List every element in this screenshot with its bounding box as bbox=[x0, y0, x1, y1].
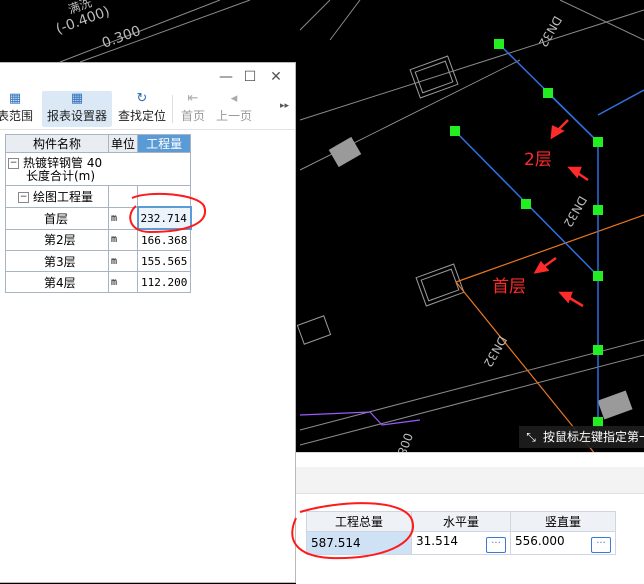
vertical-cell[interactable]: 556.000 ··· bbox=[510, 531, 616, 555]
row-floor-1-qty[interactable]: 232.714 bbox=[136, 206, 192, 230]
report-range-label: 表范围 bbox=[0, 109, 33, 123]
report-settings-label: 报表设置器 bbox=[46, 109, 107, 123]
row-floor-2-unit: m bbox=[108, 228, 138, 251]
panel-header-strip bbox=[296, 467, 644, 494]
report-settings-button[interactable]: ▦ 报表设置器 bbox=[42, 91, 112, 127]
row-floor-1-unit: m bbox=[108, 206, 138, 230]
col-header-unit[interactable]: 单位 bbox=[108, 134, 138, 153]
pick-point-icon: ⤡ bbox=[526, 430, 536, 444]
group-row[interactable]: − 绘图工程量 bbox=[5, 185, 109, 208]
row-floor-2-qty[interactable]: 166.368 bbox=[136, 228, 192, 251]
row-floor-1-name[interactable]: 首层 bbox=[5, 206, 109, 230]
row-floor-2-name[interactable]: 第2层 bbox=[5, 228, 109, 251]
previous-page-label: 上一页 bbox=[215, 109, 252, 123]
row-floor-3-qty[interactable]: 155.565 bbox=[136, 250, 192, 272]
report-range-button[interactable]: ▦ 表范围 bbox=[0, 91, 38, 127]
total-header: 工程总量 bbox=[306, 511, 412, 532]
refresh-icon: ↻ bbox=[136, 91, 148, 106]
toolbar-overflow-icon[interactable]: ▸▸ bbox=[280, 101, 289, 111]
vertical-header: 竖直量 bbox=[510, 511, 616, 532]
find-locate-label: 查找定位 bbox=[117, 109, 166, 123]
item-name-line2: 长度合计(m) bbox=[26, 169, 96, 183]
group-qty-cell bbox=[136, 185, 192, 208]
previous-page-button[interactable]: ◂ 上一页 bbox=[212, 91, 256, 127]
quantity-report-dialog: — ☐ ✕ ▦ 表范围 ▦ 报表设置器 ↻ 查找定位 ⇤ 首页 ◂ 上一页 ▸▸ 构件名称… bbox=[0, 62, 296, 583]
quantity-summary-table: 工程总量 水平量 竖直量 587.514 31.514 ··· 556.000 ··… bbox=[306, 511, 616, 555]
floor-2-annotation: 2层 bbox=[524, 150, 552, 170]
group-label: 绘图工程量 bbox=[33, 189, 94, 204]
item-name-line1: 热镀锌钢管 40 bbox=[23, 156, 103, 170]
report-toolbar: ▦ 表范围 ▦ 报表设置器 ↻ 查找定位 ⇤ 首页 ◂ 上一页 ▸▸ bbox=[0, 89, 295, 130]
close-icon[interactable]: ✕ bbox=[266, 67, 286, 87]
collapse-icon[interactable]: − bbox=[8, 158, 19, 169]
previous-page-icon: ◂ bbox=[230, 91, 238, 106]
quantity-report-table: 构件名称 单位 工程量 − 热镀锌钢管 40 长度合计(m) − 绘图工程量 首层 … bbox=[4, 134, 192, 293]
row-floor-3-name[interactable]: 第3层 bbox=[5, 250, 109, 272]
find-locate-button[interactable]: ↻ 查找定位 bbox=[114, 91, 170, 127]
dialog-titlebar[interactable]: — ☐ ✕ bbox=[0, 63, 295, 91]
first-page-label: 首页 bbox=[180, 109, 205, 123]
col-header-qty[interactable]: 工程量 bbox=[136, 134, 192, 153]
row-floor-4-name[interactable]: 第4层 bbox=[5, 271, 109, 293]
item-name-row[interactable]: − 热镀锌钢管 40 长度合计(m) bbox=[4, 152, 192, 186]
minimize-icon[interactable]: — bbox=[216, 67, 236, 87]
grid-settings-icon: ▦ bbox=[70, 91, 84, 106]
first-page-button[interactable]: ⇤ 首页 bbox=[176, 91, 210, 127]
maximize-icon[interactable]: ☐ bbox=[240, 67, 260, 87]
group-unit-cell bbox=[108, 185, 138, 208]
col-header-name[interactable]: 构件名称 bbox=[5, 134, 109, 153]
row-floor-3-unit: m bbox=[108, 250, 138, 272]
row-floor-4-qty[interactable]: 112.200 bbox=[136, 271, 192, 293]
command-hint: ⤡ 按鼠标左键指定第一 bbox=[519, 426, 644, 448]
quantity-summary-panel: 工程总量 水平量 竖直量 587.514 31.514 ··· 556.000 ··… bbox=[296, 452, 644, 584]
horizontal-cell[interactable]: 31.514 ··· bbox=[411, 531, 511, 555]
vertical-value: 556.000 bbox=[515, 533, 565, 548]
horizontal-value: 31.514 bbox=[416, 533, 458, 548]
collapse-icon[interactable]: − bbox=[18, 191, 29, 203]
total-value[interactable]: 587.514 bbox=[306, 531, 412, 555]
toolbar-separator bbox=[172, 95, 173, 123]
hint-text: 按鼠标左键指定第一 bbox=[543, 430, 644, 444]
vertical-more-button[interactable]: ··· bbox=[591, 536, 611, 553]
first-page-icon: ⇤ bbox=[187, 91, 199, 106]
horizontal-more-button[interactable]: ··· bbox=[486, 536, 506, 553]
horizontal-header: 水平量 bbox=[411, 511, 511, 532]
floor-1-annotation: 首层 bbox=[492, 277, 526, 297]
range-icon: ▦ bbox=[8, 91, 22, 106]
row-floor-4-unit: m bbox=[108, 271, 138, 293]
